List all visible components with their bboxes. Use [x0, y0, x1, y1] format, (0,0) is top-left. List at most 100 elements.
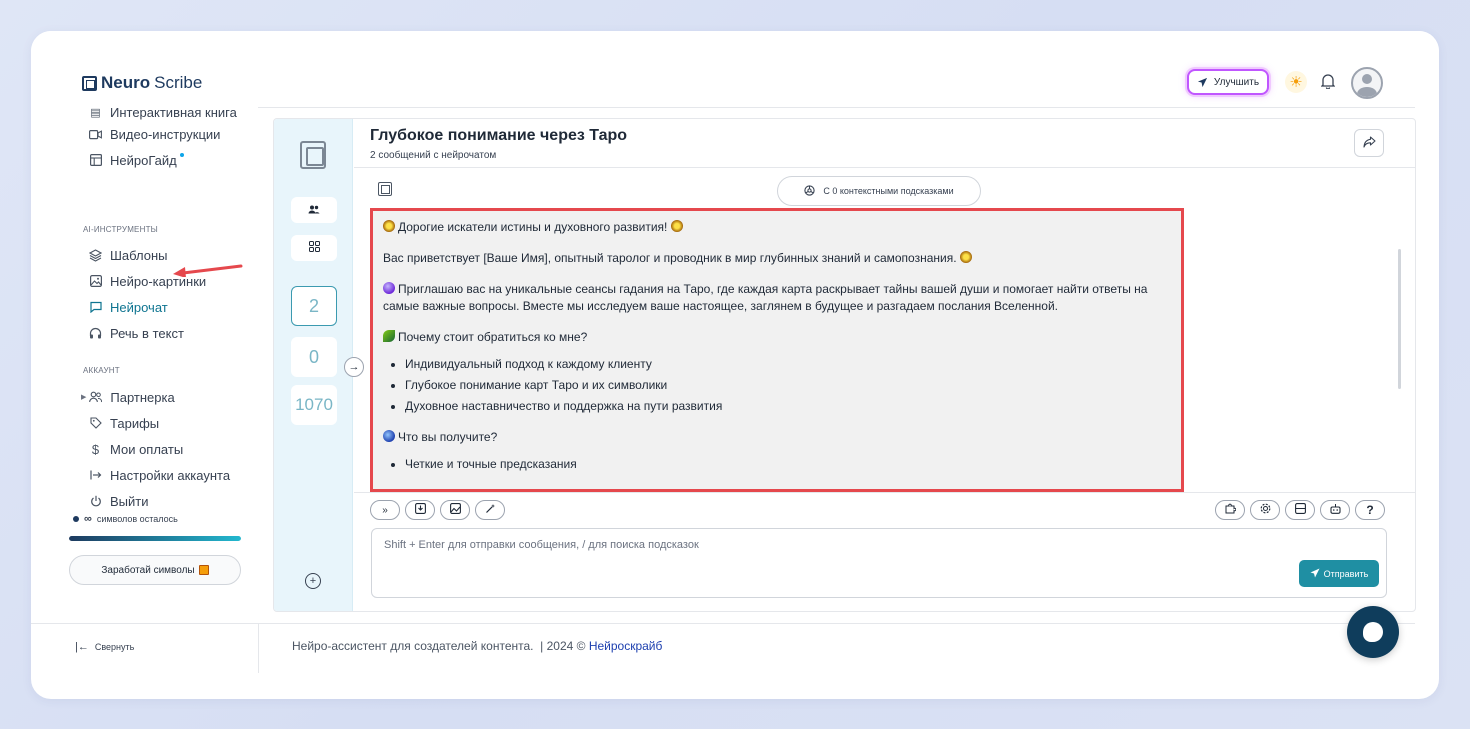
rail-grid-button[interactable] — [291, 235, 337, 261]
collapse-sidebar-button[interactable]: |← Свернуть — [75, 641, 134, 653]
app-window: Neuro Scribe Улучшить ☀ ▤ Интерактивная к… — [31, 31, 1439, 699]
message-input[interactable] — [384, 539, 1284, 579]
help-button[interactable]: ? — [1355, 500, 1385, 520]
chars-infinity: ∞ — [84, 513, 92, 525]
guide-icon — [89, 154, 102, 167]
sidebar-item-account-settings[interactable]: Настройки аккаунта — [89, 466, 230, 484]
footer-sidebar-divider — [258, 623, 259, 673]
users-icon — [89, 391, 103, 404]
sidebar-item-partners[interactable]: ▶ Партнерка — [81, 388, 175, 406]
rail-count-second[interactable]: 0 — [291, 337, 337, 377]
crystal-ball-icon — [383, 282, 395, 294]
expand-rail-arrow-icon[interactable]: → — [344, 357, 364, 377]
send-label: Отправить — [1323, 568, 1369, 579]
chat-scrollbar[interactable] — [1398, 249, 1401, 389]
sidebar-item-neuroguide[interactable]: НейроГайд — [89, 151, 184, 169]
context-hints-label: С 0 контекстными подсказками — [823, 186, 954, 196]
footer-link[interactable]: Нейроскрайб — [589, 639, 663, 653]
sidebar-item-label: Мои оплаты — [110, 441, 184, 457]
collapse-label: Свернуть — [94, 642, 135, 652]
message-heading: Что вы получите? — [383, 429, 1171, 446]
bot-tool-button[interactable] — [1320, 500, 1350, 520]
puzzle-icon — [1225, 503, 1236, 517]
magic-wand-tool-button[interactable] — [475, 500, 505, 520]
login-icon — [89, 469, 102, 482]
context-hints-button[interactable]: С 0 контекстными подсказками — [777, 176, 981, 206]
message-greeting: Дорогие искатели истины и духовного разв… — [398, 220, 668, 234]
layout-tool-button[interactable] — [1285, 500, 1315, 520]
footer-copyright: Нейро-ассистент для создателей контента.… — [292, 639, 662, 653]
sidebar-item-label: Видео-инструкции — [110, 126, 221, 142]
sidebar: ▤ Интерактивная книга Видео-инструкции Н… — [31, 107, 258, 623]
sidebar-item-label: Выйти — [110, 493, 149, 509]
upgrade-button[interactable]: Улучшить — [1187, 69, 1269, 95]
list-item: Духовное наставничество и поддержка на п… — [405, 398, 1171, 415]
message-paragraph: Приглашаю вас на уникальные сеансы гадан… — [383, 281, 1171, 315]
chars-label: символов осталось — [96, 514, 178, 524]
context-icon — [804, 184, 815, 198]
message-input-container: Отправить — [371, 528, 1387, 598]
sidebar-item-label: Тарифы — [110, 415, 160, 431]
layout-icon — [1294, 503, 1306, 517]
image-icon — [449, 503, 461, 517]
settings-tool-button[interactable] — [1250, 500, 1280, 520]
grid-icon — [308, 241, 320, 255]
send-button[interactable]: Отправить — [1299, 560, 1379, 587]
sidebar-item-speech-to-text[interactable]: Речь в текст — [89, 324, 184, 342]
sidebar-item-label: Шаблоны — [110, 247, 168, 263]
support-chat-button[interactable] — [1347, 606, 1399, 658]
magic-wand-icon — [485, 503, 496, 517]
chat-left-rail: 2 0 1070 + — [274, 119, 353, 611]
app-logo[interactable]: Neuro Scribe — [82, 73, 202, 93]
sparkle-icon — [383, 220, 395, 232]
collapse-tool-button[interactable]: » — [370, 500, 400, 520]
sidebar-item-logout[interactable]: Выйти — [89, 492, 149, 510]
double-chevron-down-icon: » — [382, 504, 388, 516]
chars-remaining: ∞ символов осталось — [73, 513, 178, 525]
send-arrow-icon — [1310, 568, 1320, 580]
tag-icon — [89, 417, 102, 430]
collapse-left-icon: |← — [75, 641, 89, 653]
rail-add-icon[interactable]: + — [305, 573, 321, 589]
logo-thin-text: Scribe — [154, 73, 203, 92]
list-item: Глубокое понимание карт Таро и их символ… — [405, 377, 1171, 394]
export-tool-button[interactable] — [405, 500, 435, 520]
chars-progress-fill — [69, 536, 241, 541]
rail-users-button[interactable] — [291, 197, 337, 223]
sidebar-item-label: Настройки аккаунта — [110, 467, 231, 483]
rail-count-messages[interactable]: 2 — [291, 286, 337, 326]
chat-icon — [89, 301, 102, 314]
sidebar-item-interactive-book[interactable]: ▤ Интерактивная книга — [89, 107, 237, 121]
chars-progress-bar — [69, 536, 241, 541]
notifications-bell-icon[interactable] — [1317, 70, 1339, 92]
section-label-account: АККАУНТ — [83, 366, 120, 375]
image-tool-button[interactable] — [440, 500, 470, 520]
sparkle-icon — [670, 220, 683, 232]
red-pointer-arrow-annotation — [173, 264, 243, 277]
chat-title: Глубокое понимание через Таро — [370, 127, 628, 144]
sidebar-item-templates[interactable]: Шаблоны — [89, 246, 168, 264]
sidebar-item-neurochat[interactable]: Нейрочат — [89, 298, 168, 316]
sidebar-item-video-instructions[interactable]: Видео-инструкции — [89, 125, 220, 143]
earn-symbols-button[interactable]: Заработай символы — [69, 555, 241, 585]
sidebar-item-tariffs[interactable]: Тарифы — [89, 414, 159, 432]
theme-toggle-sun-icon[interactable]: ☀ — [1285, 71, 1307, 93]
logo-icon — [82, 75, 97, 91]
message-paragraph: Вас приветствует [Ваше Имя], опытный тар… — [383, 250, 1171, 267]
message-invitation: Приглашаю вас на уникальные сеансы гадан… — [383, 282, 1148, 313]
header-divider — [258, 107, 1415, 108]
footer-divider — [31, 623, 1415, 624]
sidebar-item-my-payments[interactable]: $ Мои оплаты — [89, 440, 183, 458]
sidebar-item-label: Речь в текст — [110, 325, 184, 341]
share-button[interactable] — [1354, 129, 1384, 157]
plugin-tool-button[interactable] — [1215, 500, 1245, 520]
user-avatar[interactable] — [1351, 67, 1383, 99]
rail-count-symbols[interactable]: 1070 — [291, 385, 337, 425]
gear-icon — [1260, 503, 1271, 517]
rocket-icon — [1197, 77, 1208, 88]
message-heading: Почему стоит обратиться ко мне? — [383, 329, 1171, 346]
logo-bold-text: Neuro — [101, 73, 151, 92]
message-heading-why: Почему стоит обратиться ко мне? — [398, 330, 588, 344]
sidebar-item-label: НейроГайд — [110, 152, 177, 168]
image-icon — [89, 275, 102, 288]
